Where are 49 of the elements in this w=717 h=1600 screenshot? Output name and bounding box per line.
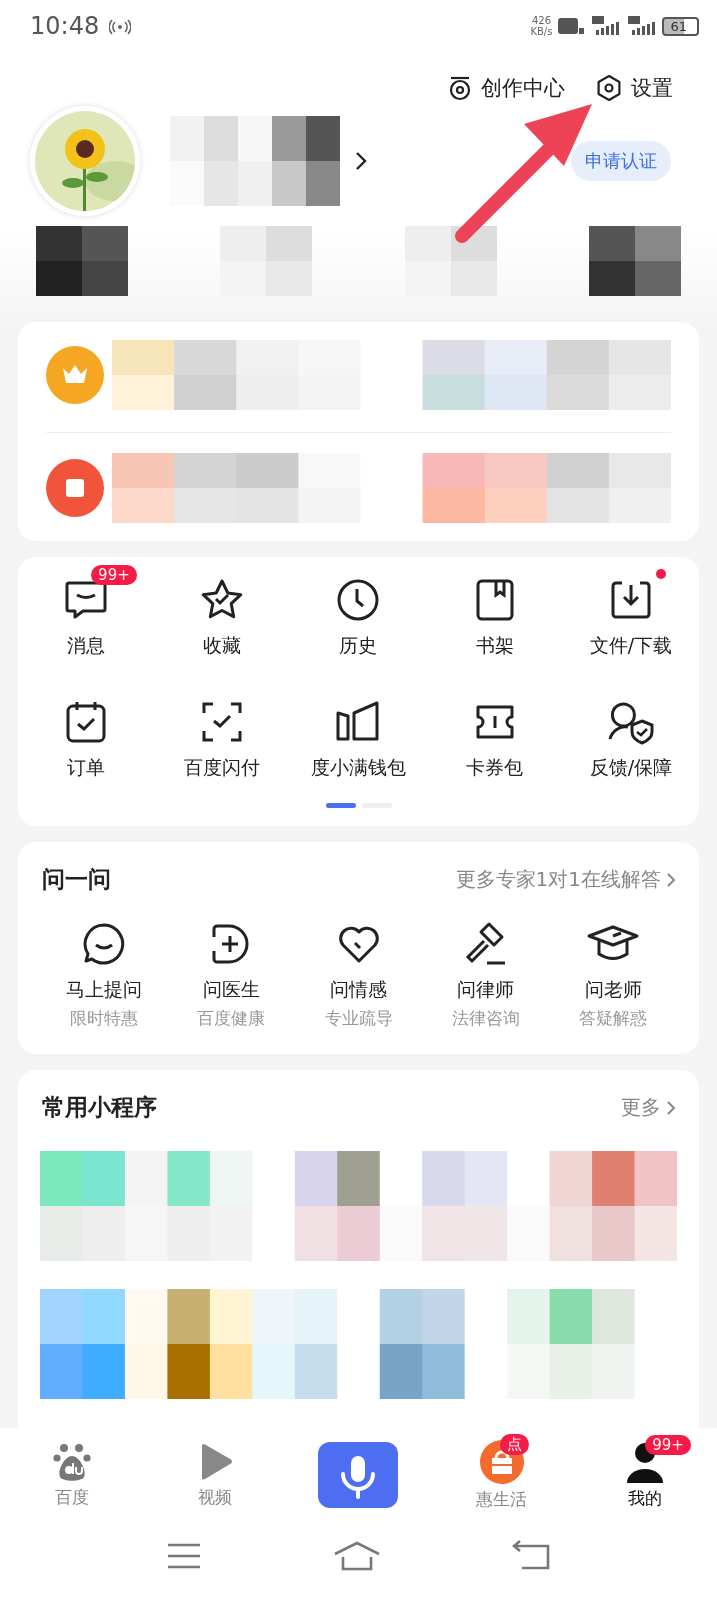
tab[interactable]: 点 惠生活 <box>441 1429 562 1511</box>
target-icon <box>447 75 473 101</box>
menu-item[interactable]: 百度闪付 <box>154 685 291 781</box>
menu-item[interactable]: 历史 <box>290 563 427 659</box>
crown-icon <box>46 346 104 404</box>
tab[interactable]: 99+ 我的 <box>585 1430 706 1510</box>
count-badge: 99+ <box>645 1434 691 1455</box>
ask-item[interactable]: 问律师 法律咨询 <box>422 921 550 1030</box>
signal-icon <box>626 16 657 36</box>
back-icon[interactable] <box>511 1540 552 1572</box>
menu-item[interactable]: 书架 <box>426 563 563 659</box>
creator-center-link[interactable]: 创作中心 <box>447 74 565 102</box>
settings-icon <box>595 74 623 102</box>
ask-item[interactable]: 问医生 百度健康 <box>167 921 295 1030</box>
menu-item[interactable]: 99+ 消息 <box>18 563 155 659</box>
count-badge: 99+ <box>91 565 137 585</box>
settings-link[interactable]: 设置 <box>595 74 673 102</box>
chevron-right-icon <box>665 1098 677 1117</box>
hd-icon <box>558 17 585 35</box>
menu-icon[interactable] <box>165 1541 202 1571</box>
app-icon <box>46 459 104 517</box>
home-icon[interactable] <box>332 1540 381 1572</box>
status-time: 10:48 <box>30 12 100 40</box>
chevron-right-icon[interactable] <box>354 150 368 172</box>
menu-item[interactable]: 反馈/保障 <box>562 685 699 781</box>
battery-indicator: 61 <box>662 16 699 36</box>
menu-item[interactable]: 卡券包 <box>426 685 563 781</box>
ask-item[interactable]: 问情感 专业疏导 <box>294 921 423 1030</box>
section-title: 问一问 <box>42 865 111 894</box>
ask-item[interactable]: 马上提问 限时特惠 <box>40 921 168 1030</box>
menu-item[interactable]: 收藏 <box>154 563 291 659</box>
ask-item[interactable]: 问老师 答疑解惑 <box>549 921 678 1030</box>
network-speed: 426 KB/s <box>530 15 553 37</box>
tab[interactable]: 百度 <box>11 1431 132 1509</box>
verify-button[interactable]: 申请认证 <box>571 141 671 181</box>
hotspot-icon <box>109 17 132 35</box>
menu-item[interactable]: 文件/下载 <box>562 563 699 659</box>
paw-icon <box>52 1441 91 1482</box>
chevron-right-icon <box>665 870 677 889</box>
more-link[interactable]: 更多专家1对1在线解答 <box>455 866 677 893</box>
tab[interactable]: 视频 <box>155 1431 276 1509</box>
section-title: 常用小程序 <box>42 1093 157 1122</box>
menu-item[interactable]: 订单 <box>18 685 155 781</box>
microphone-icon <box>318 1442 399 1508</box>
chat-icon <box>80 921 127 967</box>
signal-icon <box>590 16 621 36</box>
count-badge: 点 <box>499 1433 529 1455</box>
more-link[interactable]: 更多 <box>621 1094 677 1121</box>
menu-item[interactable]: 度小满钱包 <box>290 685 427 781</box>
